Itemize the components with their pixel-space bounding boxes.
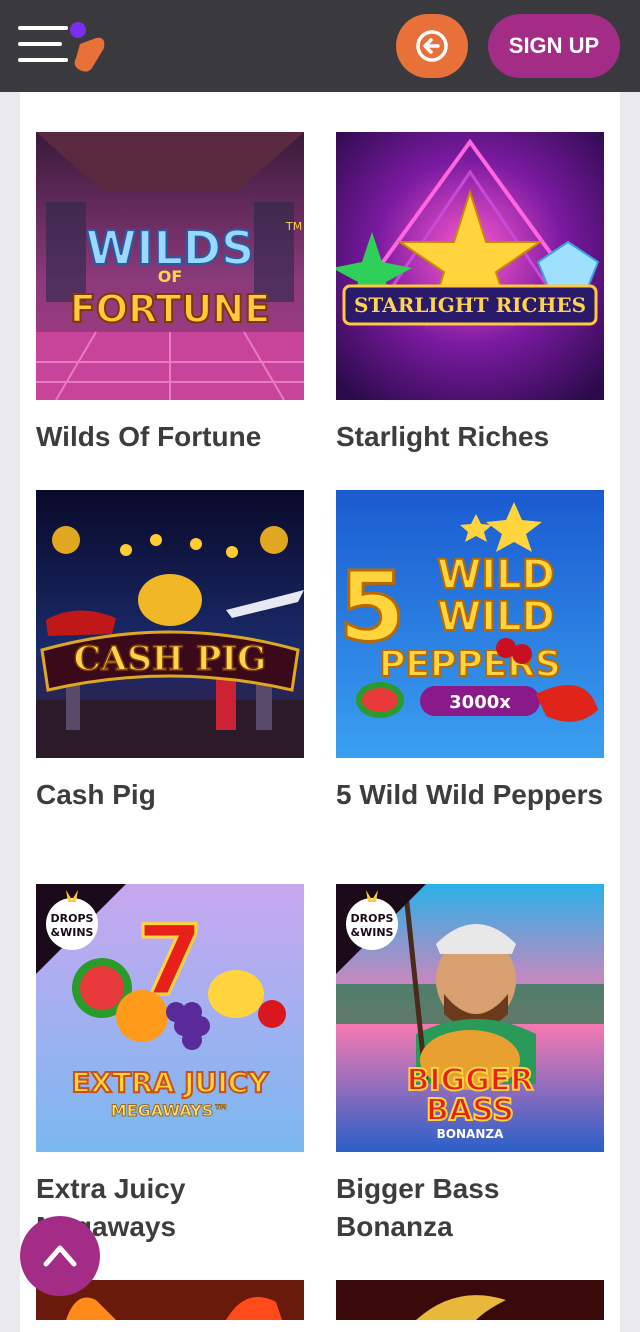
game-title[interactable]: Wilds Of Fortune: [36, 418, 306, 456]
brand-logo-icon: [70, 22, 105, 72]
game-title[interactable]: Bigger Bass Bonanza: [336, 1170, 606, 1246]
game-thumbnail-cash-pig[interactable]: CASH PIG: [36, 490, 304, 758]
badge-text: DROPS: [51, 912, 94, 925]
logo-text: STARLIGHT RICHES: [354, 293, 586, 317]
game-thumbnail-starlight-riches[interactable]: STARLIGHT RICHES: [336, 132, 604, 400]
badge-text: &WINS: [351, 926, 394, 939]
login-arrow-icon: [416, 30, 448, 62]
logo-text: EXTRA JUICY: [71, 1066, 269, 1099]
game-thumbnail-5-wild-wild-peppers[interactable]: 5 WILD WILD PEPPERS 3000x: [336, 490, 604, 758]
game-grid-panel: WILDS OF FORTUNE TM Wilds Of Fortune STA…: [20, 92, 620, 1332]
hamburger-line: [18, 58, 68, 62]
game-thumbnail-bigger-bass-bonanza[interactable]: BIGGER BASS BONANZA DROPS &WINS: [336, 884, 604, 1152]
logo-text: CASH PIG: [74, 639, 266, 679]
hamburger-line: [18, 26, 68, 30]
logo-text: WILD: [437, 552, 555, 598]
top-header: SIGN UP: [0, 0, 640, 92]
badge-text: DROPS: [351, 912, 394, 925]
logo-text: OF: [158, 267, 183, 286]
logo-text: PEPPERS: [379, 644, 561, 685]
game-title[interactable]: 5 Wild Wild Peppers: [336, 776, 606, 814]
logo-text: BONANZA: [437, 1127, 504, 1141]
login-button[interactable]: [396, 14, 468, 78]
game-thumbnail-extra-juicy-megaways[interactable]: 7 EXTRA JUICY MEGAWAYS™ DROPS &WINS: [36, 884, 304, 1152]
logo-text: TM: [285, 220, 302, 233]
game-thumbnail-wilds-of-fortune[interactable]: WILDS OF FORTUNE TM: [36, 132, 304, 400]
signup-button[interactable]: SIGN UP: [488, 14, 620, 78]
badge-text: &WINS: [51, 926, 94, 939]
logo-text: BASS: [426, 1093, 514, 1128]
game-thumbnail-partial[interactable]: [336, 1280, 604, 1320]
chevron-up-icon: [43, 1245, 77, 1267]
hamburger-line: [18, 42, 62, 46]
game-title[interactable]: Cash Pig: [36, 776, 306, 814]
logo-text: MEGAWAYS™: [111, 1101, 230, 1120]
menu-button[interactable]: [18, 22, 108, 74]
logo-text: FORTUNE: [70, 287, 270, 331]
multiplier-text: 3000x: [449, 692, 511, 713]
game-title[interactable]: Starlight Riches: [336, 418, 606, 456]
scroll-to-top-button[interactable]: [20, 1216, 100, 1296]
logo-text: WILD: [437, 594, 555, 640]
